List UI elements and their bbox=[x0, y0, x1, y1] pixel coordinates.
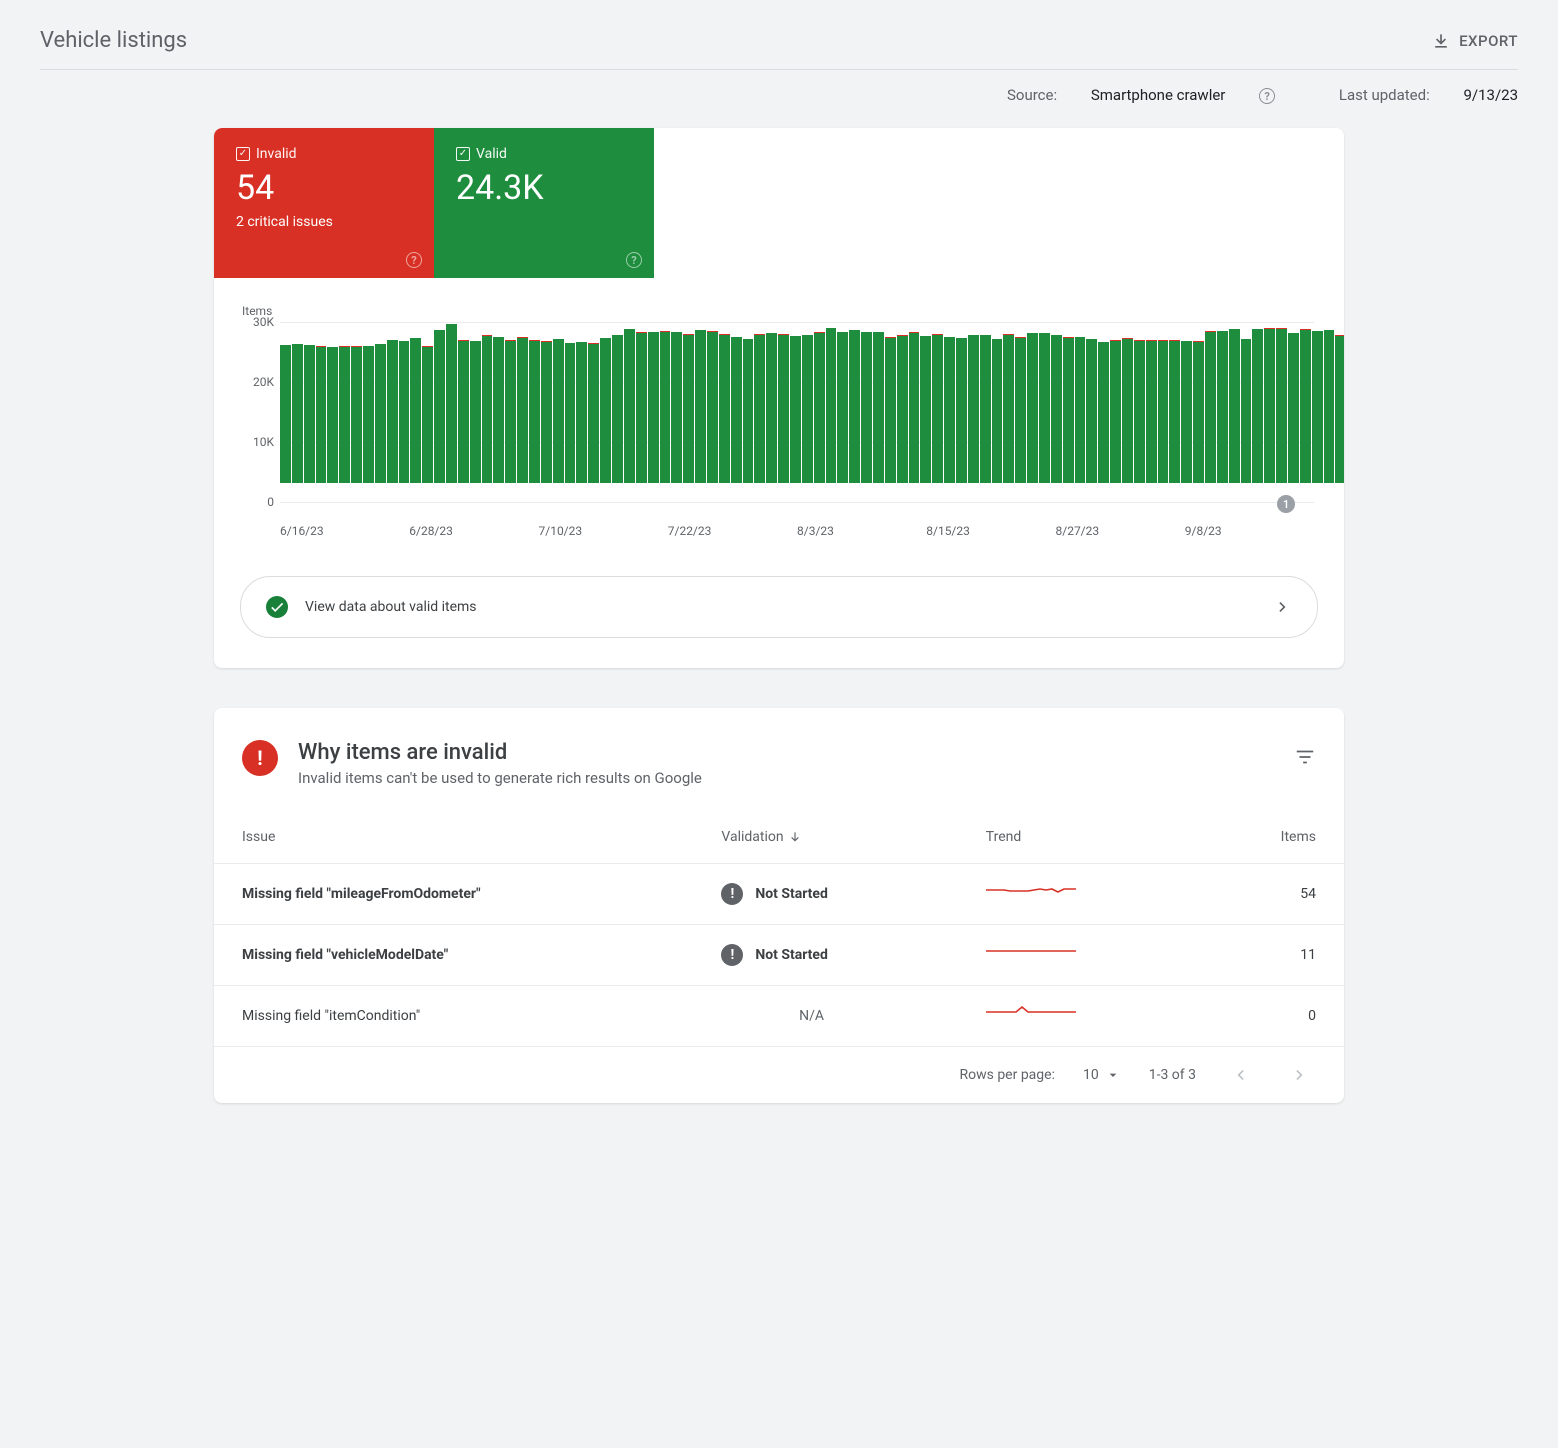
help-icon[interactable]: ? bbox=[1259, 88, 1275, 104]
summary-card: ✓ Invalid 54 2 critical issues ? ✓ Valid… bbox=[214, 128, 1344, 668]
sparkline bbox=[986, 943, 1076, 963]
check-circle-icon bbox=[265, 595, 289, 619]
sparkline bbox=[986, 882, 1076, 902]
next-page-button[interactable] bbox=[1284, 1065, 1316, 1085]
trend-cell bbox=[958, 925, 1196, 986]
page-title: Vehicle listings bbox=[40, 28, 1431, 53]
validation-cell: !Not Started bbox=[693, 925, 957, 986]
status-dot-icon: ! bbox=[721, 944, 743, 966]
col-trend[interactable]: Trend bbox=[958, 803, 1196, 864]
issue-cell: Missing field "vehicleModelDate" bbox=[214, 925, 693, 986]
export-label: EXPORT bbox=[1459, 32, 1518, 50]
page-range: 1-3 of 3 bbox=[1149, 1067, 1196, 1083]
issues-card: ! Why items are invalid Invalid items ca… bbox=[214, 708, 1344, 1103]
issue-cell: Missing field "itemCondition" bbox=[214, 986, 693, 1047]
col-validation[interactable]: Validation bbox=[693, 803, 957, 863]
tile-invalid-label: Invalid bbox=[256, 146, 297, 162]
prev-page-button[interactable] bbox=[1224, 1065, 1256, 1085]
tile-valid-label: Valid bbox=[476, 146, 507, 162]
tile-invalid[interactable]: ✓ Invalid 54 2 critical issues ? bbox=[214, 128, 434, 278]
issues-table: Issue Validation Trend Items Missing fie… bbox=[214, 803, 1344, 1046]
table-row[interactable]: Missing field "mileageFromOdometer"!Not … bbox=[214, 864, 1344, 925]
arrow-down-icon bbox=[788, 830, 802, 844]
view-valid-items-button[interactable]: View data about valid items bbox=[240, 576, 1318, 638]
col-issue[interactable]: Issue bbox=[214, 803, 693, 864]
table-row[interactable]: Missing field "itemCondition"N/A 0 bbox=[214, 986, 1344, 1047]
checkbox-icon: ✓ bbox=[456, 147, 470, 161]
alert-icon: ! bbox=[242, 740, 278, 776]
last-updated-value: 9/13/23 bbox=[1463, 86, 1518, 104]
last-updated-label: Last updated: bbox=[1339, 86, 1430, 104]
items-chart[interactable]: 010K20K30K1 bbox=[234, 322, 1324, 516]
issues-title: Why items are invalid bbox=[298, 740, 702, 765]
rows-per-page-value: 10 bbox=[1083, 1067, 1099, 1083]
tile-valid-value: 24.3K bbox=[456, 168, 636, 208]
sparkline bbox=[986, 1004, 1076, 1024]
issues-subtitle: Invalid items can't be used to generate … bbox=[298, 769, 702, 787]
items-cell: 0 bbox=[1195, 986, 1344, 1047]
filter-button[interactable] bbox=[1294, 740, 1316, 768]
issue-cell: Missing field "mileageFromOdometer" bbox=[214, 864, 693, 925]
tile-invalid-sub: 2 critical issues bbox=[236, 214, 416, 230]
status-dot-icon: ! bbox=[721, 883, 743, 905]
rows-per-page-label: Rows per page: bbox=[959, 1067, 1054, 1083]
table-row[interactable]: Missing field "vehicleModelDate"!Not Sta… bbox=[214, 925, 1344, 986]
help-icon[interactable]: ? bbox=[626, 252, 642, 268]
chevron-right-icon bbox=[1273, 597, 1293, 617]
items-cell: 54 bbox=[1195, 864, 1344, 925]
tile-valid[interactable]: ✓ Valid 24.3K ? bbox=[434, 128, 654, 278]
trend-cell bbox=[958, 986, 1196, 1047]
rows-per-page-select[interactable]: 10 bbox=[1083, 1067, 1121, 1083]
export-button[interactable]: EXPORT bbox=[1431, 31, 1518, 51]
chevron-down-icon bbox=[1105, 1067, 1121, 1083]
items-cell: 11 bbox=[1195, 925, 1344, 986]
source-label: Source: bbox=[1007, 86, 1057, 104]
validation-cell: !Not Started bbox=[693, 864, 957, 925]
tile-invalid-value: 54 bbox=[236, 168, 416, 208]
chart-title: Items bbox=[242, 304, 1324, 318]
chart-annotation[interactable]: 1 bbox=[1277, 495, 1295, 513]
meta-row: Source: Smartphone crawler ? Last update… bbox=[40, 70, 1518, 128]
checkbox-icon: ✓ bbox=[236, 147, 250, 161]
download-icon bbox=[1431, 31, 1451, 51]
source-value: Smartphone crawler bbox=[1091, 86, 1226, 104]
trend-cell bbox=[958, 864, 1196, 925]
cta-label: View data about valid items bbox=[305, 599, 477, 615]
help-icon[interactable]: ? bbox=[406, 252, 422, 268]
chart-x-axis: 6/16/236/28/237/10/237/22/238/3/238/15/2… bbox=[280, 524, 1314, 538]
col-items[interactable]: Items bbox=[1195, 803, 1344, 864]
validation-cell: N/A bbox=[693, 986, 957, 1047]
